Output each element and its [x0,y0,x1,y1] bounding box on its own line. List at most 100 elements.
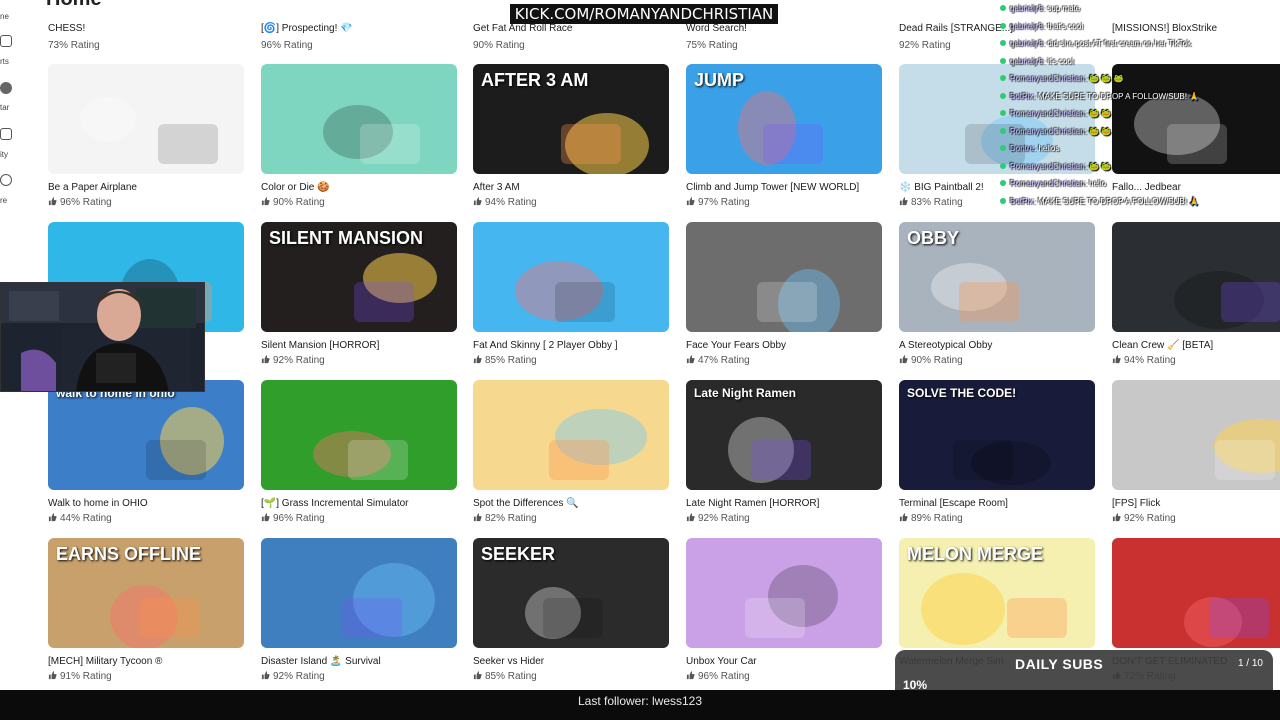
chat-message: gabrieljr8: sup mate [1000,4,1280,22]
game-thumbnail[interactable]: walk to home in ohio [48,380,244,490]
game-tile[interactable]: EARNS OFFLINE [MECH] Military Tycoon ® 91%… [48,538,244,686]
chat-badge-icon [1000,127,1006,134]
game-title[interactable]: [MECH] Military Tycoon ® [48,656,162,667]
game-title[interactable]: Walk to home in OHIO [48,498,148,509]
game-thumbnail[interactable] [1112,380,1280,490]
game-thumbnail[interactable]: SEEKER [473,538,669,648]
game-title[interactable]: Fat And Skinny [ 2 Player Obby ] [473,340,618,351]
thumbs-up-icon [261,671,270,680]
game-tile[interactable]: SILENT MANSION Silent Mansion [HORROR] 92%… [261,222,457,370]
game-tile[interactable]: Unbox Your Car 96% Rating [686,538,882,686]
chat-text: : hellos [1034,144,1060,153]
game-title[interactable]: [🌱] Grass Incremental Simulator [261,498,409,509]
game-title[interactable]: Unbox Your Car [686,656,757,667]
game-thumbnail[interactable] [473,222,669,332]
game-title[interactable]: Color or Die 🍪 [261,182,330,193]
game-tile[interactable]: [FPS] Flick 92% Rating [1112,380,1280,528]
game-rating: 94% Rating [473,197,537,208]
community-icon[interactable] [0,128,12,140]
game-title[interactable]: Get Fat And Roll Race [473,23,573,34]
game-rating: 90% Rating [473,40,525,51]
chat-text: : 🐸 🐸 🐸 [1084,74,1124,83]
game-thumbnail[interactable] [261,538,457,648]
game-tile[interactable]: Clean Crew 🧹 [BETA] 94% Rating [1112,222,1280,370]
game-tile[interactable]: SOLVE THE CODE! Terminal [Escape Room] 89%… [899,380,1095,528]
game-title[interactable]: Silent Mansion [HORROR] [261,340,379,351]
game-title[interactable]: Spot the Differences 🔍 [473,498,579,509]
game-title[interactable]: Word Search! [686,23,747,34]
game-title[interactable]: After 3 AM [473,182,520,193]
game-rating: 92% Rating [1112,513,1176,524]
game-title[interactable]: [FPS] Flick [1112,498,1160,509]
chat-username: Dontre [1010,144,1035,153]
game-thumbnail[interactable] [48,64,244,174]
chat-badge-icon [1000,57,1006,64]
game-title[interactable]: [🌀] Prospecting! 💎 [261,23,353,34]
game-title[interactable]: Face Your Fears Obby [686,340,786,351]
game-thumbnail[interactable]: AFTER 3 AM [473,64,669,174]
game-tile[interactable]: Face Your Fears Obby 47% Rating [686,222,882,370]
game-thumbnail[interactable]: EARNS OFFLINE [48,538,244,648]
sidebar-item-more[interactable]: re [0,196,7,205]
game-title[interactable]: A Stereotypical Obby [899,340,992,351]
chat-badge-icon [1000,75,1006,81]
game-title[interactable]: Climb and Jump Tower [NEW WORLD] [686,182,859,193]
game-thumbnail[interactable] [686,222,882,332]
thumbnail-art [323,105,420,164]
game-thumbnail[interactable]: JUMP [686,64,882,174]
chat-message: RomanyandChristian: 🐸 🐸 🐸 [1000,74,1280,92]
sidebar-item-home[interactable]: ne [0,12,9,21]
game-rating: 89% Rating [899,513,963,524]
thumbs-up-icon [899,355,908,364]
game-tile[interactable]: Color or Die 🍪 90% Rating [261,64,457,212]
game-tile[interactable]: Be a Paper Airplane 96% Rating [48,64,244,212]
game-thumbnail[interactable]: OBBY [899,222,1095,332]
game-tile[interactable]: Spot the Differences 🔍 82% Rating [473,380,669,528]
chat-message: gabrieljr8: it's cool [1000,57,1280,75]
game-title[interactable]: Seeker vs Hider [473,656,544,667]
game-title[interactable]: Disaster Island 🏝️ Survival [261,656,381,667]
game-thumbnail[interactable] [261,64,457,174]
game-tile[interactable]: AFTER 3 AM After 3 AM 94% Rating [473,64,669,212]
chat-username: gabrieljr8 [1010,39,1043,48]
shirt-icon[interactable] [0,35,12,47]
sidebar-item-charts[interactable]: rts [0,57,9,66]
chat-text: : 🐸 🐸 [1084,161,1112,171]
game-title[interactable]: ❄️ BIG Paintball 2! [899,182,984,193]
game-title[interactable]: Dead Rails [STRANGE...] [899,23,1013,34]
avatar-icon[interactable] [0,82,12,94]
thumbs-up-icon [1112,513,1121,522]
game-tile[interactable]: SEEKER Seeker vs Hider 85% Rating [473,538,669,686]
game-tile[interactable]: [🌱] Grass Incremental Simulator 96% Ratin… [261,380,457,528]
game-tile[interactable]: Fat And Skinny [ 2 Player Obby ] 85% Rati… [473,222,669,370]
game-title[interactable]: Be a Paper Airplane [48,182,137,193]
thumbs-up-icon [261,355,270,364]
game-title[interactable]: Clean Crew 🧹 [BETA] [1112,340,1213,351]
game-thumbnail[interactable] [686,538,882,648]
game-title[interactable]: Late Night Ramen [HORROR] [686,498,819,509]
more-icon[interactable] [0,174,12,186]
game-rating-value: 47% Rating [698,355,750,366]
game-thumbnail[interactable] [1112,538,1280,648]
game-tile[interactable]: OBBY A Stereotypical Obby 90% Rating [899,222,1095,370]
game-title[interactable]: Terminal [Escape Room] [899,498,1008,509]
game-tile[interactable]: JUMP Climb and Jump Tower [NEW WORLD] 97% … [686,64,882,212]
game-tile[interactable]: walk to home in ohio Walk to home in OHIO… [48,380,244,528]
game-thumbnail[interactable]: SILENT MANSION [261,222,457,332]
game-thumbnail[interactable] [1112,222,1280,332]
game-thumbnail[interactable] [473,380,669,490]
game-rating: 92% Rating [686,513,750,524]
chat-message: RomanyandChristian: 🐸 🐸 [1000,162,1280,180]
sidebar-item-community[interactable]: ity [0,150,8,159]
game-tile[interactable]: Disaster Island 🏝️ Survival 92% Rating [261,538,457,686]
game-rating-value: 44% Rating [60,513,112,524]
thumbs-up-icon [686,671,695,680]
game-thumbnail[interactable] [261,380,457,490]
sidebar-item-avatar[interactable]: tar [0,103,9,112]
game-thumbnail[interactable]: SOLVE THE CODE! [899,380,1095,490]
game-tile[interactable]: Late Night Ramen Late Night Ramen [HORROR… [686,380,882,528]
game-thumbnail[interactable]: Late Night Ramen [686,380,882,490]
thumbs-up-icon [686,355,695,364]
game-thumbnail[interactable]: MELON MERGE [899,538,1095,648]
game-title[interactable]: CHESS! [48,23,85,34]
